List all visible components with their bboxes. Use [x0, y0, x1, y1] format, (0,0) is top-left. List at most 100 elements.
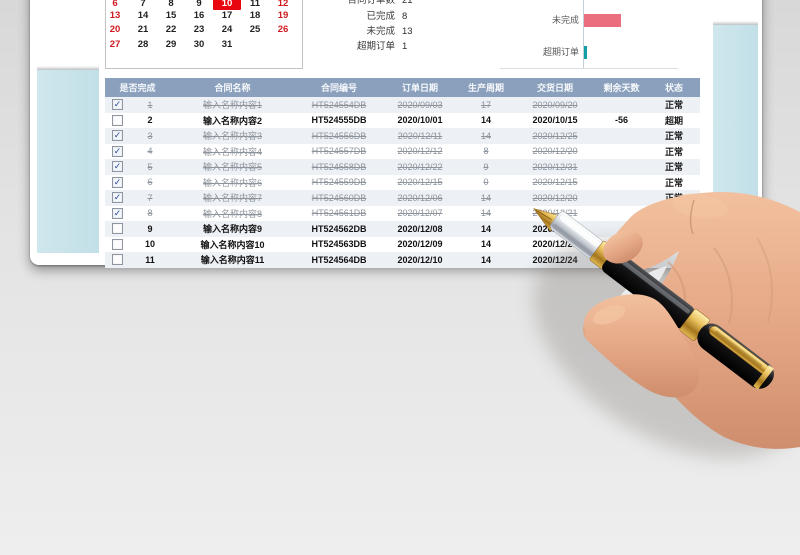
table-row: ✓ 4 输入名称内容4 HT524557DB 2020/12/12 8 2020/12/20…: [105, 144, 700, 160]
cell-cycle: 17: [480, 99, 491, 110]
calendar-day[interactable]: 22: [157, 23, 185, 36]
calendar-day[interactable]: 25: [241, 23, 269, 36]
cell-name: 输入名称内容1: [202, 100, 262, 111]
calendar-day[interactable]: 16: [185, 9, 213, 22]
cell-cycle: 9: [483, 161, 489, 172]
calendar-day[interactable]: 14: [129, 9, 157, 22]
checkbox-cell: ✓: [105, 176, 130, 188]
table-row: ✓ 3 输入名称内容3 HT524556DB 2020/12/11 14 2020/12/2…: [105, 128, 700, 144]
cell-name: 输入名称内容7: [202, 193, 262, 204]
row-checkbox-checked[interactable]: ✓: [112, 145, 123, 157]
row-checkbox-checked[interactable]: ✓: [112, 192, 123, 204]
cell-cycle: 14: [480, 239, 491, 250]
cell-delivery: 2020/12/20: [532, 146, 578, 157]
row-checkbox-unchecked[interactable]: [112, 114, 123, 126]
calendar-day[interactable]: 29: [157, 38, 185, 51]
stat-label: 未完成: [366, 25, 395, 37]
pen-clip-line: [715, 330, 762, 368]
calendar-day[interactable]: 18: [241, 9, 269, 22]
calendar-day[interactable]: 31: [213, 38, 241, 51]
column-header-done: 是否完成: [119, 83, 156, 93]
cell-status: 正常: [664, 100, 683, 111]
cell-name: 输入名称内容3: [202, 131, 262, 142]
cell-status: 正常: [664, 208, 683, 219]
row-checkbox-unchecked[interactable]: [112, 238, 123, 250]
cell-num: 2: [147, 115, 153, 126]
cell-num: 10: [144, 239, 155, 250]
cell-code: HT524564DB: [311, 254, 367, 265]
cell-code: HT524558DB: [311, 161, 367, 172]
left-strip-fold-shadow: [37, 66, 99, 70]
row-checkbox-unchecked[interactable]: [112, 254, 123, 266]
cell-cycle: 14: [480, 115, 491, 126]
calendar-day[interactable]: 23: [185, 23, 213, 36]
calendar-day[interactable]: 20: [101, 23, 129, 36]
table-row: 2 输入名称内容2 HT524555DB 2020/10/01 14 2020/10/15…: [105, 113, 700, 129]
calendar-day[interactable]: 30: [185, 38, 213, 51]
cell-order-date: 2020/12/07: [397, 208, 443, 219]
stat-label: 已完成: [366, 10, 395, 22]
column-header-delivery-date: 交货日期: [536, 83, 573, 93]
desktop-background: { "calendar": { "weeks": [ ["6","7","8",…: [0, 0, 800, 555]
orders-table: 是否完成 合同名称 合同编号 订单日期 生产周期 交货日期 剩余天数 状态 ✓ 1…: [105, 78, 700, 268]
cell-num: 4: [147, 146, 153, 157]
cell-cycle: 14: [480, 254, 491, 265]
cell-num: 5: [147, 161, 153, 172]
table-header-row: 是否完成 合同名称 合同编号 订单日期 生产周期 交货日期 剩余天数 状态: [105, 78, 700, 97]
thumb: [583, 294, 700, 398]
cell-delivery: 2020/09/20: [532, 99, 578, 110]
cell-num: 6: [147, 177, 153, 188]
table-row: ✓ 1 输入名称内容1 HT524554DB 2020/09/03 17 2020/09/2…: [105, 97, 700, 113]
chart-category-label: 未完成: [551, 14, 579, 25]
pen-end-ring: [753, 365, 774, 390]
cell-status: 正常: [664, 177, 683, 188]
cell-name: 输入名称内容9: [202, 224, 262, 235]
stat-value: 13: [402, 25, 413, 37]
table-row: ✓ 8 输入名称内容8 HT524561DB 2020/12/07 14 2020/12/2…: [105, 206, 700, 222]
row-checkbox-checked[interactable]: ✓: [112, 176, 123, 188]
right-accent-strip: [713, 25, 758, 253]
row-checkbox-checked[interactable]: ✓: [112, 207, 123, 219]
cell-delivery: 2020/10/15: [532, 115, 578, 126]
stat-label: 超期订单: [356, 40, 395, 52]
calendar-day[interactable]: 17: [213, 9, 241, 22]
checkbox-cell: ✓: [105, 192, 130, 204]
calendar-day[interactable]: 27: [101, 38, 129, 51]
table-row: 9 输入名称内容9 HT524562DB 2020/12/08 14 2020/12/22: [105, 221, 700, 237]
row-checkbox-checked[interactable]: ✓: [112, 161, 123, 173]
calendar-day[interactable]: 24: [213, 23, 241, 36]
cell-cycle: 14: [480, 223, 491, 234]
calendar-day[interactable]: 15: [157, 9, 185, 22]
column-header-order-date: 订单日期: [401, 83, 438, 93]
cell-delivery: 2020/12/15: [532, 177, 578, 188]
cell-code: HT524556DB: [311, 130, 367, 141]
chart-bar: [584, 45, 587, 59]
row-checkbox-checked[interactable]: ✓: [112, 99, 123, 111]
cell-delivery: 2020/12/20: [532, 192, 578, 203]
table-row: ✓ 7 输入名称内容7 HT524560DB 2020/12/06 14 2020/12/2…: [105, 190, 700, 206]
row-checkbox-unchecked[interactable]: [112, 223, 123, 235]
cell-order-date: 2020/12/15: [397, 177, 443, 188]
chart-bar: [584, 13, 622, 27]
table-body: ✓ 1 输入名称内容1 HT524554DB 2020/09/03 17 2020/09/2…: [105, 97, 700, 268]
pen-clip: [709, 325, 770, 375]
cell-status: 正常: [664, 146, 683, 157]
cell-num: 11: [145, 254, 155, 265]
row-checkbox-checked[interactable]: ✓: [112, 130, 123, 142]
cell-order-date: 2020/12/11: [397, 130, 443, 141]
calendar-day[interactable]: 13: [101, 9, 129, 22]
calendar-day[interactable]: 28: [129, 38, 157, 51]
cell-status: 超期: [664, 115, 683, 126]
table-row: 11 输入名称内容11 HT524564DB 2020/12/10 14 2020/12/…: [105, 252, 700, 268]
table-row: ✓ 5 输入名称内容5 HT524558DB 2020/12/22 9 2020/12/31…: [105, 159, 700, 175]
cell-order-date: 2020/09/03: [397, 99, 443, 110]
calendar-day[interactable]: 21: [129, 23, 157, 36]
cell-name: 输入名称内容8: [202, 208, 262, 219]
cell-code: HT524559DB: [311, 177, 367, 188]
table-row: 10 输入名称内容10 HT524563DB 2020/12/09 14 2020/12/…: [105, 237, 700, 253]
cell-name: 输入名称内容6: [202, 177, 262, 188]
checkbox-cell: ✓: [105, 145, 130, 157]
cell-order-date: 2020/12/08: [397, 223, 443, 234]
cell-name: 输入名称内容10: [200, 239, 265, 250]
cell-delivery: 2020/12/24: [532, 254, 578, 265]
